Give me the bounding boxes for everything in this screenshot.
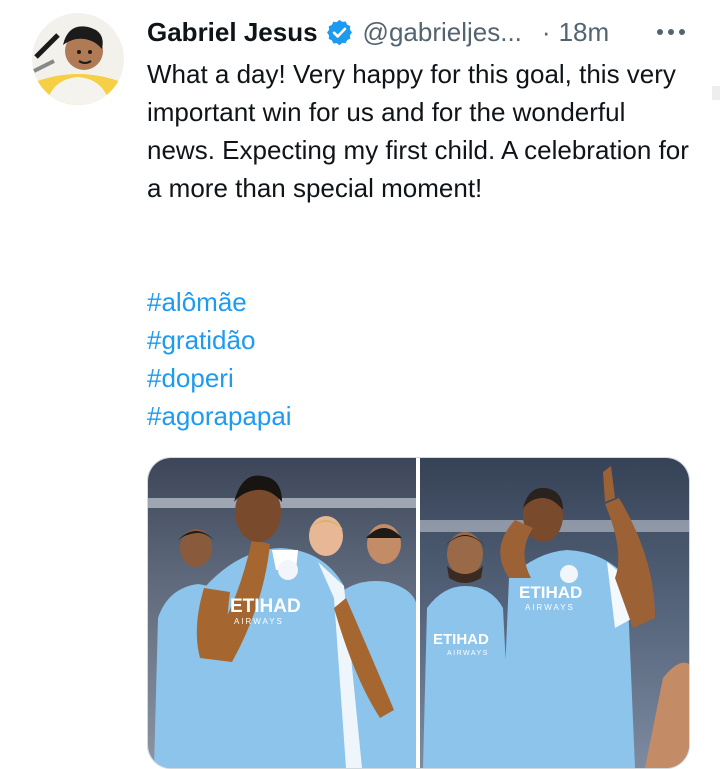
- media-divider: [416, 458, 420, 768]
- tweet-timestamp[interactable]: 18m: [559, 17, 610, 48]
- hashtag-list: #alômãe #gratidão #doperi #agorapapai: [147, 283, 292, 435]
- sponsor-sub: AIRWAYS: [234, 617, 284, 626]
- author-handle[interactable]: @gabrieljes...: [363, 17, 522, 48]
- sponsor-logo: ETIHAD: [433, 631, 489, 648]
- more-options-icon[interactable]: [655, 18, 687, 46]
- tweet-header: Gabriel Jesus @gabrieljes... · 18m: [147, 14, 687, 50]
- hashtag-link[interactable]: #alômãe: [147, 283, 292, 321]
- media-grid: ETIHAD AIRWAYS ETIHAD AIRWAYS ETIHAD AIR…: [147, 457, 690, 769]
- sponsor-logo: ETIHAD: [519, 583, 582, 602]
- sponsor-logo: ETIHAD: [230, 596, 301, 617]
- tweet-text: What a day! Very happy for this goal, th…: [147, 59, 689, 203]
- hashtag-link[interactable]: #gratidão: [147, 321, 292, 359]
- hashtag-link[interactable]: #doperi: [147, 359, 292, 397]
- hashtag-link[interactable]: #agorapapai: [147, 397, 292, 435]
- tweet-photo[interactable]: ETIHAD AIRWAYS ETIHAD AIRWAYS: [419, 458, 689, 768]
- scrollbar-thumb[interactable]: [712, 86, 720, 100]
- author-avatar[interactable]: [32, 13, 124, 105]
- header-separator: ·: [541, 16, 551, 47]
- tweet-photo[interactable]: ETIHAD AIRWAYS: [148, 458, 417, 768]
- sponsor-sub: AIRWAYS: [447, 650, 489, 657]
- author-name[interactable]: Gabriel Jesus: [147, 17, 318, 48]
- verified-badge-icon: [325, 18, 354, 47]
- sponsor-sub: AIRWAYS: [525, 603, 575, 612]
